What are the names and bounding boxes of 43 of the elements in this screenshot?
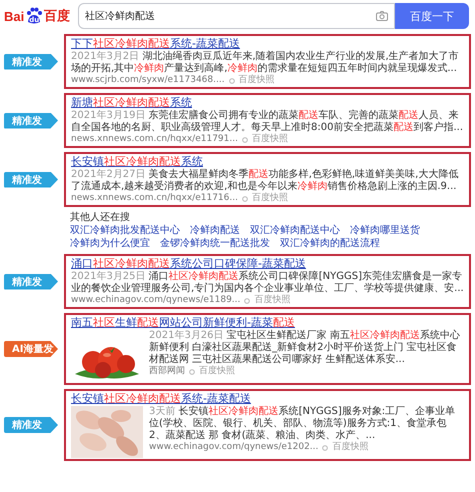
related-search-link[interactable]: 双汇冷鲜肉批发配送中心 xyxy=(70,224,180,237)
result-snippet: 3天前 长安镇社区冷鲜肉配送系统[NYGGS]服务对象:工厂、企事业单位(学校、医院、银行、机关、部队、物流等)服务方式:1、食堂承包 2、蔬菜配送 那 食材(蔬菜、粮油、肉类、水产、... xyxy=(149,406,456,442)
logo-text: Bai xyxy=(4,8,24,24)
related-search-link[interactable]: 冷鲜肉哪里送货 xyxy=(350,224,420,237)
related-search-link[interactable]: 双汇冷鲜肉配送中心 xyxy=(250,224,340,237)
result-url[interactable]: www.echinagov.com/qynews/e1189... xyxy=(71,295,240,306)
related-heading: 其他人还在搜 xyxy=(70,211,131,224)
result-title[interactable]: 南五社区生鲜配送网站公司新鲜便利-蔬菜配送 xyxy=(71,316,464,330)
result-snippet: 2021年3月19日 东莞佳宏膳食公司拥有专业的蔬菜配送车队、完善的蔬菜配送人员、来自全国各地的名厨、职业高级管理人才。每天早上准时8:00前安全把蔬菜配送到客户指... xyxy=(71,110,464,134)
search-button[interactable]: 百度一下 xyxy=(395,3,469,29)
related-search-link[interactable]: 冷鲜肉为什么便宜 xyxy=(70,237,150,250)
circle-icon xyxy=(228,78,235,84)
result-title[interactable]: 长安镇社区冷鲜肉配送系统-蔬菜配送 xyxy=(71,392,464,406)
result-url[interactable]: news.xnnews.com.cn/hqxx/e11791... xyxy=(71,134,238,145)
result-title[interactable]: 长安镇社区冷鲜肉配送系统 xyxy=(71,155,464,169)
related-search-link[interactable]: 双汇冷鲜肉的配送流程 xyxy=(280,237,380,250)
related-search-link[interactable]: 冷鲜肉配送 xyxy=(190,224,240,237)
result-title[interactable]: 涌口社区冷鲜肉配送系统公司口碑保障-蔬菜配送 xyxy=(71,257,464,271)
result-snippet: 2021年3月25日 涌口社区冷鲜肉配送系统公司口碑保障[NYGGS]东莞佳宏膳食是一家专业的餐饮企业管理服务公司,专门为国内各个企业事业单位、工厂、学校等提供健康、安... xyxy=(71,271,464,294)
circle-icon xyxy=(189,368,195,374)
result-snippet: 2021年2月27日 美食去大福星鲜肉冬季配送功能多样,色彩鲜艳,味道鲜美美味,大大降低了流通成本,越来越受消费者的欢迎,和也是今年以来冷鲜肉销售价格急剧上涨的主因.9... xyxy=(71,169,460,192)
promo-badge: 精准发 xyxy=(4,112,58,128)
result-snippet: 2021年3月26日 宝屯社区生鲜配送厂家 南五社区冷鲜肉配送系统中心新鲜便利 白濠社区蔬果配送_新鲜食材2小时平价送货上门 宝屯社区食材配送网 三屯社区蔬果配送公司哪家好 生鲜配送体系安... xyxy=(149,330,461,366)
promo-badge: 精准发 xyxy=(4,172,58,188)
result-snippet: 2021年3月2日 湖北油绳香肉豆瓜近年来,随着国内农业生产行业的发展,生产者加大了市场的开拓,其中冷鲜肉产量达到高峰,冷鲜肉的需求量在短短四五年时间内就呈现爆发式... xyxy=(71,51,460,74)
promo-badge: AI海量发 xyxy=(4,341,58,357)
result-title[interactable]: 下下社区冷鲜肉配送系统-蔬菜配送 xyxy=(71,37,464,51)
circle-icon xyxy=(242,196,248,202)
promo-badge: 精准发 xyxy=(4,417,58,433)
result-url[interactable]: www.scjrb.com/syxw/e1173468.... xyxy=(71,75,225,86)
camera-icon[interactable] xyxy=(376,11,388,21)
circle-icon xyxy=(322,444,328,450)
search-field[interactable]: 社区冷鲜肉配送 xyxy=(78,3,395,29)
result-url[interactable]: news.xnnews.com.cn/hqxx/e11716... xyxy=(71,193,238,204)
circle-icon xyxy=(242,136,248,142)
result-title[interactable]: 新塘社区冷鲜肉配送系统 xyxy=(71,96,464,110)
logo-text: 百度 xyxy=(44,7,70,25)
promo-badge: 精准发 xyxy=(4,54,58,70)
promo-badge: 精准发 xyxy=(4,274,58,290)
related-search-link[interactable]: 金锣冷鲜肉统一配送批发 xyxy=(160,237,270,250)
circle-icon xyxy=(244,298,250,304)
result-url[interactable]: 西部网闻 xyxy=(149,366,185,377)
result-url[interactable]: www.echinagov.com/qynews/e1202... xyxy=(149,442,318,453)
